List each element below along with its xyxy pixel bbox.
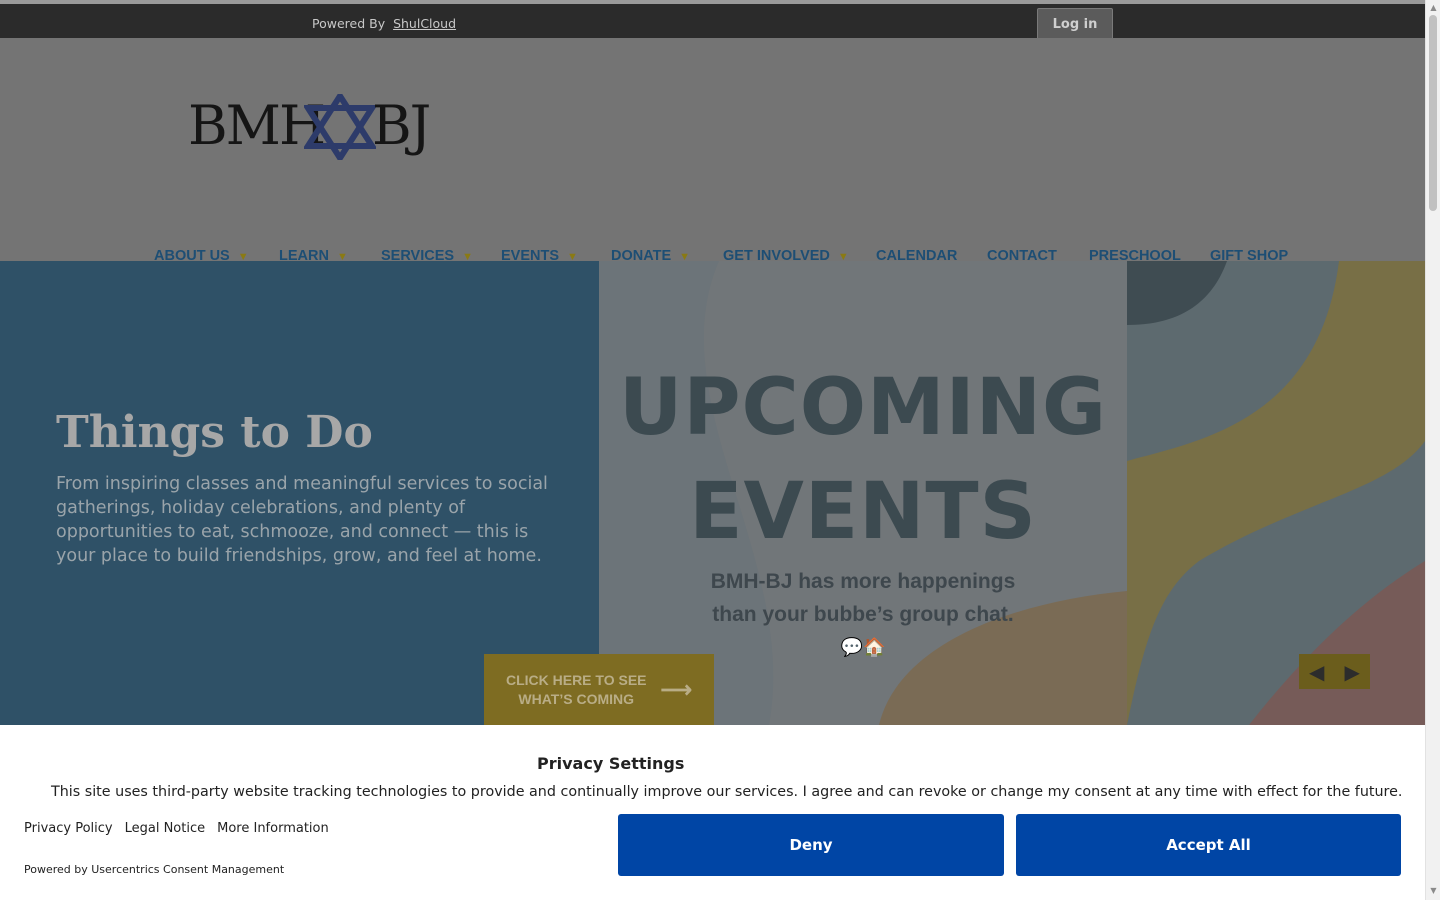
arrow-right-icon: ⟶ bbox=[660, 677, 693, 702]
powered-by: Powered By ShulCloud bbox=[312, 16, 456, 31]
more-information-link[interactable]: More Information bbox=[217, 821, 329, 836]
prev-slide-icon[interactable]: ◀ bbox=[1309, 660, 1324, 684]
cta-label: CLICK HERE TO SEE WHAT’S COMING bbox=[506, 671, 647, 709]
logo-text-right: BJ bbox=[372, 94, 431, 157]
legal-notice-link[interactable]: Legal Notice bbox=[125, 821, 206, 836]
next-slide-icon[interactable]: ▶ bbox=[1345, 660, 1360, 684]
privacy-title: Privacy Settings bbox=[537, 754, 685, 773]
usercentrics-powered[interactable]: Powered by Usercentrics Consent Manageme… bbox=[24, 863, 284, 876]
privacy-text: This site uses third-party website track… bbox=[51, 784, 1403, 800]
scroll-down-icon[interactable]: ▼ bbox=[1429, 886, 1438, 895]
whats-coming-button[interactable]: CLICK HERE TO SEE WHAT’S COMING ⟶ bbox=[484, 654, 714, 725]
hero-description: From inspiring classes and meaningful se… bbox=[56, 474, 548, 566]
banner-title-line2: EVENTS bbox=[689, 467, 1037, 557]
scroll-up-icon[interactable]: ▲ bbox=[1429, 3, 1438, 12]
slider-controls: ◀ ▶ bbox=[1299, 654, 1370, 689]
cta-label-line1: CLICK HERE TO SEE bbox=[505, 671, 647, 688]
hero-title: Things to Do bbox=[56, 407, 373, 458]
privacy-links: Privacy Policy Legal Notice More Informa… bbox=[24, 821, 329, 836]
powered-by-label: Powered By bbox=[312, 16, 386, 31]
shulcloud-link[interactable]: ShulCloud bbox=[393, 16, 456, 31]
hero-slider: Things to Do From inspiring classes and … bbox=[0, 261, 1425, 725]
scroll-thumb[interactable] bbox=[1429, 15, 1437, 211]
privacy-policy-link[interactable]: Privacy Policy bbox=[24, 821, 113, 836]
accept-all-button[interactable]: Accept All bbox=[1016, 814, 1401, 876]
deny-button[interactable]: Deny bbox=[618, 814, 1004, 876]
page-scrollbar[interactable]: ▲ ▼ bbox=[1425, 0, 1440, 900]
login-button[interactable]: Log in bbox=[1037, 8, 1113, 40]
site-header: BMH BJ ABOUT US ▼ LEARN ▼ SERVICES ▼ EVENTS… bbox=[0, 38, 1425, 264]
privacy-banner: Privacy Settings This site uses third-pa… bbox=[0, 731, 1425, 900]
star-of-david-icon bbox=[304, 94, 376, 160]
site-logo[interactable]: BMH BJ bbox=[188, 86, 431, 160]
banner-subtitle-line1: BMH-BJ has more happenings bbox=[710, 570, 1016, 593]
banner-subtitle-line2: than your bubbe’s group chat. bbox=[712, 603, 1014, 626]
banner-title-line1: UPCOMING bbox=[619, 363, 1107, 453]
cta-label-line2: WHAT’S COMING bbox=[518, 690, 635, 707]
top-bar: Powered By ShulCloud Log in bbox=[0, 0, 1425, 40]
